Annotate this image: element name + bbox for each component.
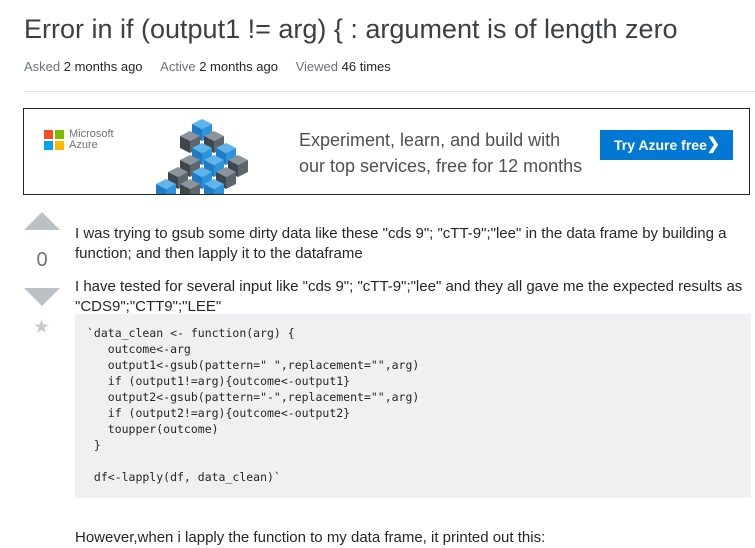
viewed-value: 46 times bbox=[341, 59, 391, 74]
asked-info: Asked 2 months ago bbox=[24, 59, 146, 74]
logo-square-blue bbox=[44, 141, 53, 150]
code-line: toupper(outcome) bbox=[87, 422, 219, 436]
question-paragraph-2: I have tested for several input like "cd… bbox=[75, 278, 743, 315]
active-value[interactable]: 2 months ago bbox=[199, 59, 278, 74]
star-icon[interactable]: ★ bbox=[33, 316, 50, 339]
ad-headline-line-1: Experiment, learn, and build with bbox=[299, 130, 561, 150]
logo-square-yellow bbox=[55, 141, 64, 150]
code-line: if (output2!=arg){outcome<-output2} bbox=[87, 406, 351, 420]
question-paragraph-1: I was trying to gsub some dirty data lik… bbox=[75, 225, 727, 262]
microsoft-logo-icon bbox=[44, 130, 64, 150]
viewed-info: Viewed 46 times bbox=[296, 59, 391, 74]
question-title[interactable]: Error in if (output1 != arg) { : argumen… bbox=[24, 14, 678, 45]
code-line: if (output1!=arg){outcome<-output1} bbox=[87, 374, 351, 388]
question-paragraph-3: However,when i lapply the function to my… bbox=[75, 529, 546, 546]
logo-square-red bbox=[44, 130, 53, 139]
code-block: `data_clean <- function(arg) { outcome<-… bbox=[75, 314, 751, 498]
viewed-label: Viewed bbox=[295, 59, 339, 74]
active-info: Active 2 months ago bbox=[160, 59, 281, 74]
azure-ad-banner[interactable]: Microsoft Azure Experiment, learn, and b… bbox=[23, 108, 750, 195]
try-azure-free-label: Try Azure free bbox=[614, 137, 707, 153]
code-line: output2<-gsub(pattern="-",replacement=""… bbox=[87, 390, 420, 404]
ad-headline-line-2: our top services, free for 12 months bbox=[299, 156, 583, 176]
active-label: Active bbox=[160, 59, 196, 74]
chevron-right-icon: ❯ bbox=[706, 136, 720, 153]
brand-line-2: Azure bbox=[69, 139, 98, 151]
brand-text: Microsoft Azure bbox=[69, 129, 114, 151]
code-line: } bbox=[87, 438, 101, 452]
code-line: ​ bbox=[87, 453, 739, 469]
question-meta: Asked 2 months ago Active 2 months ago V… bbox=[24, 59, 405, 74]
cubes-illustration-icon bbox=[156, 119, 248, 194]
header-divider bbox=[24, 91, 755, 92]
code-line: output1<-gsub(pattern=" ",replacement=""… bbox=[87, 358, 420, 372]
try-azure-free-button[interactable]: Try Azure free ❯ bbox=[600, 130, 733, 160]
ad-headline: Experiment, learn, and build with our to… bbox=[299, 127, 599, 179]
code-line: df<-lapply(df, data_clean)` bbox=[87, 470, 281, 484]
arrow-up-icon[interactable] bbox=[24, 212, 60, 230]
asked-value: 2 months ago bbox=[63, 59, 143, 74]
asked-label: Asked bbox=[24, 59, 61, 74]
vote-count: 0 bbox=[36, 249, 48, 271]
code-line: `data_clean <- function(arg) { bbox=[87, 326, 295, 340]
code-line: outcome<-arg bbox=[87, 342, 191, 356]
arrow-down-icon[interactable] bbox=[24, 288, 60, 306]
logo-square-green bbox=[55, 130, 64, 139]
microsoft-azure-logo: Microsoft Azure bbox=[44, 129, 114, 151]
